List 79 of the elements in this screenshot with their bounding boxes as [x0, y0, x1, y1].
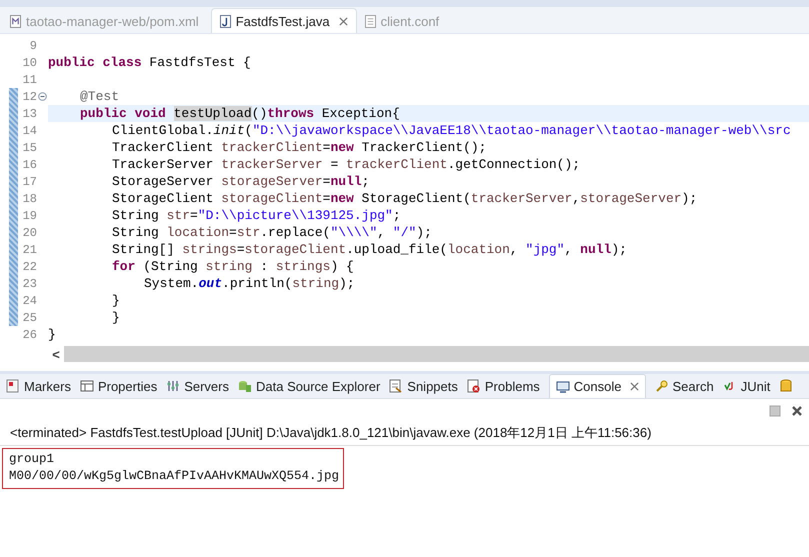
line-number: 16 [22, 158, 37, 172]
change-marker [9, 173, 18, 190]
line-number: 11 [22, 72, 37, 86]
code-line: } [112, 309, 120, 326]
code-line: StorageServer storageServer=null; [112, 173, 370, 190]
snippets-icon [389, 379, 404, 393]
search-icon [654, 379, 668, 393]
code-line: TrackerClient trackerClient=new TrackerClient(); [112, 139, 486, 156]
terminate-icon[interactable] [769, 405, 781, 417]
change-marker [9, 292, 18, 309]
code-line: StorageClient storageClient=new StorageClient(trackerServer,storageServer); [112, 190, 698, 207]
java-file-icon [220, 14, 231, 28]
view-tab[interactable]: Snippets [389, 374, 458, 398]
change-marker [9, 275, 18, 292]
view-tab[interactable]: Console [548, 374, 646, 398]
change-marker [9, 139, 18, 156]
view-tab[interactable]: Properties [80, 374, 158, 398]
code-line: String str="D:\\picture\\139125.jpg"; [112, 207, 401, 224]
change-marker [9, 241, 18, 258]
file-icon [364, 14, 376, 28]
code-line: for (String string : strings) { [112, 258, 354, 275]
xml-file-icon [10, 14, 21, 28]
code-line: public class FastdfsTest { [48, 54, 251, 71]
line-number: 22 [22, 260, 37, 274]
change-marker [9, 88, 18, 105]
scroll-left-button[interactable]: < [48, 346, 64, 362]
code-line: @Test [80, 88, 120, 105]
change-marker [9, 105, 18, 122]
code-line: String location=str.replace("\\\\", "/"); [112, 224, 432, 241]
console-output-line: M00/00/00/wKg5glwCBnaAfPIvAAHvKMAUwXQ554.jpg [9, 468, 340, 485]
change-marker [9, 190, 18, 207]
line-number: 21 [22, 242, 37, 256]
editor-tab[interactable]: FastdfsTest.java [210, 8, 357, 33]
change-marker [9, 156, 18, 173]
line-number: 18 [22, 192, 37, 206]
change-marker [9, 207, 18, 224]
line-number: 19 [22, 208, 37, 222]
console-output-line: group1 [9, 451, 56, 468]
code-line: TrackerServer trackerServer = trackerClient.getConnection(); [112, 156, 580, 173]
change-marker [9, 224, 18, 241]
markers-icon [6, 379, 20, 393]
line-number: 13 [22, 106, 37, 120]
view-tab[interactable]: Problems [466, 374, 540, 398]
line-number: 24 [22, 294, 37, 308]
change-marker [9, 309, 18, 326]
console-header: <terminated> FastdfsTest.testUpload [JUnit] D:\Java\jdk1.8.0_121\bin\javaw.exe (2018年12月1日 上午11:56:36) [0, 421, 809, 446]
code-line: System.out.println(string); [144, 275, 355, 292]
line-number: 26 [22, 328, 37, 342]
line-number: 17 [22, 174, 37, 188]
line-number: 12 [22, 90, 37, 104]
line-number: 23 [22, 276, 37, 290]
remove-icon[interactable] [791, 405, 803, 417]
change-marker [9, 258, 18, 275]
problems-icon [466, 379, 481, 393]
datasource-icon [238, 379, 252, 393]
view-tab[interactable]: JUnit [722, 374, 770, 398]
console-icon [556, 380, 570, 394]
line-number: 25 [22, 310, 37, 324]
view-tab[interactable]: Data Source Explorer [238, 374, 380, 398]
view-tab[interactable]: Search [654, 374, 714, 398]
line-number: 20 [22, 226, 37, 240]
line-number: 14 [22, 124, 37, 138]
close-icon[interactable] [338, 16, 348, 26]
view-tab[interactable]: Markers [6, 374, 71, 398]
line-number: 15 [22, 140, 37, 154]
code-line: String[] strings=storageClient.upload_file(location, "jpg", null); [112, 241, 627, 258]
code-line: } [48, 326, 56, 343]
change-marker [9, 122, 18, 139]
properties-icon [80, 379, 94, 393]
servers-icon [166, 379, 180, 393]
code-line: public void testUpload()throws Exception{ [80, 105, 400, 122]
database-icon[interactable] [779, 379, 794, 393]
line-number: 9 [28, 38, 37, 52]
close-icon[interactable] [630, 382, 638, 391]
view-tab[interactable]: Servers [166, 374, 229, 398]
code-line: } [112, 292, 120, 309]
code-line: ClientGlobal.init("D:\\javaworkspace\\JavaEE18\\taotao-manager\\taotao-manager-web\\src [112, 122, 791, 139]
fold-toggle-icon[interactable] [38, 92, 47, 101]
line-number: 10 [22, 56, 37, 70]
